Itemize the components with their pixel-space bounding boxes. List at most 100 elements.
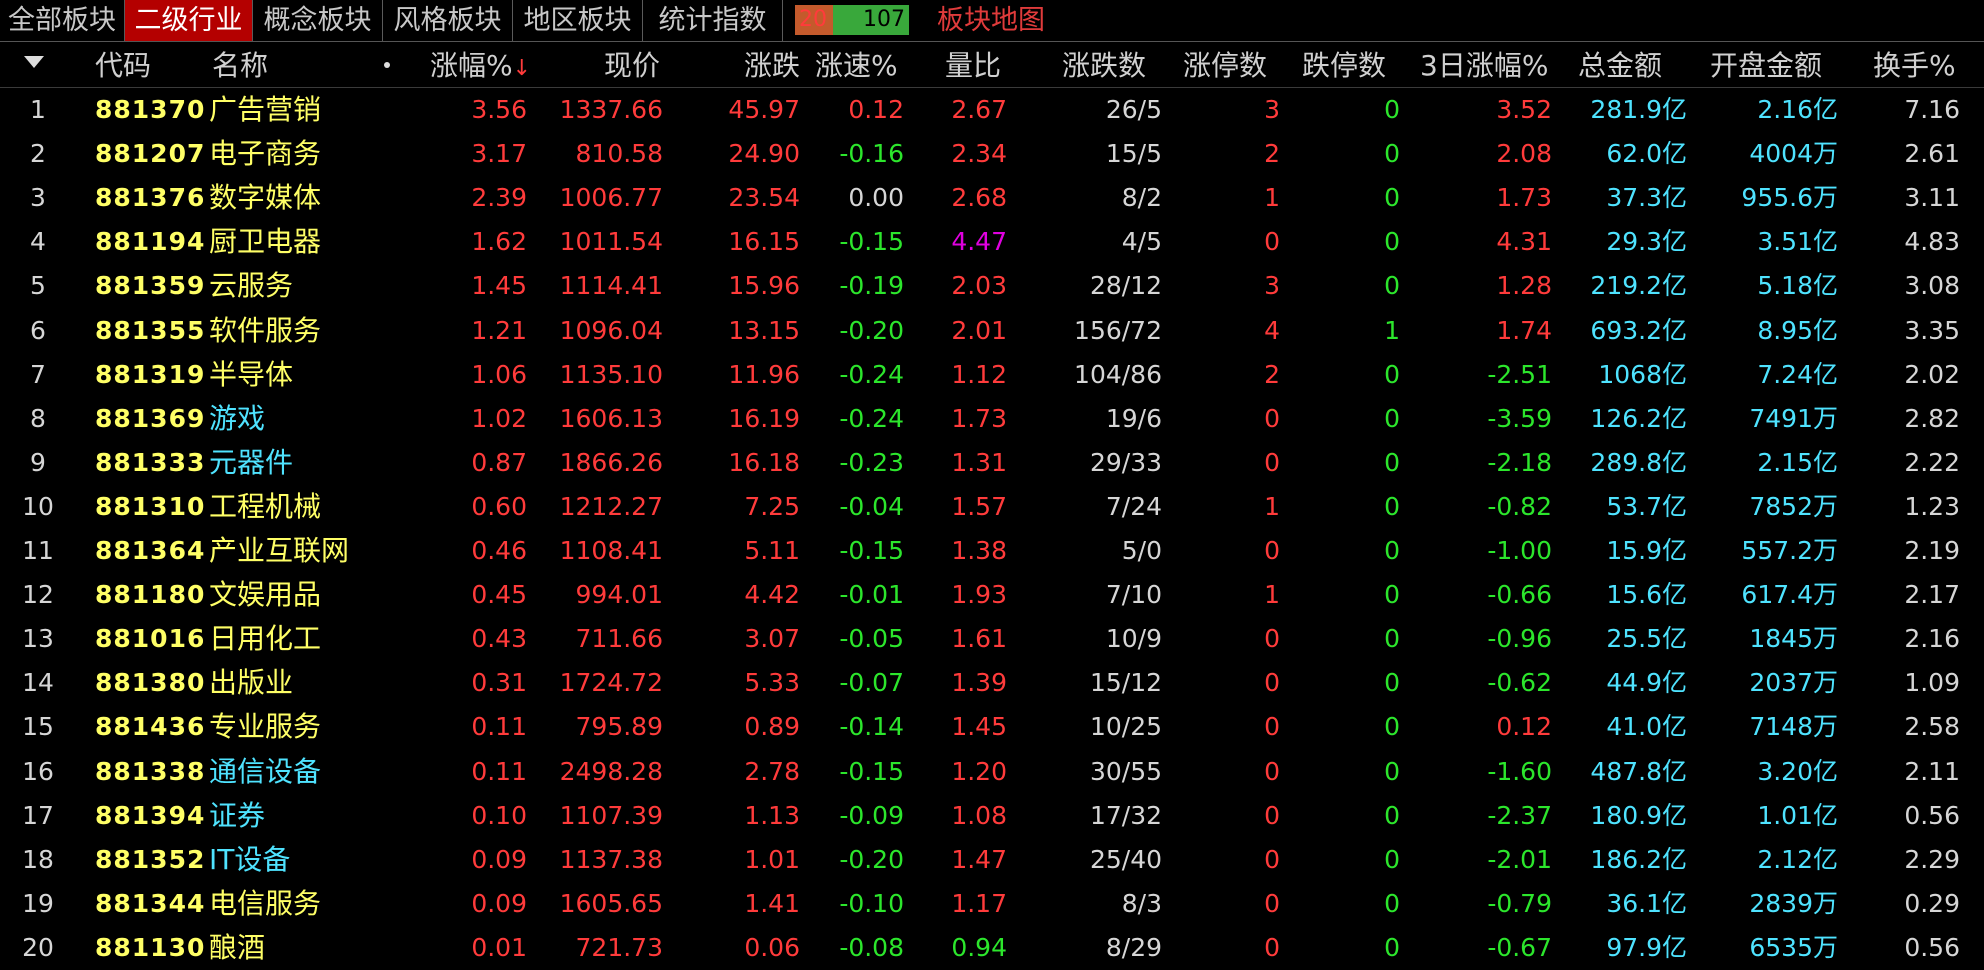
table-row[interactable]: 17 881394 证券 0.10 1107.39 1.13 -0.09 1.08 17/32 0… (0, 794, 1984, 838)
row-chg-3d: -0.82 (1487, 491, 1552, 521)
table-row[interactable]: 11 881364 产业互联网 0.46 1108.41 5.11 -0.15 1.38 5/0… (0, 529, 1984, 573)
row-speed: -0.09 (839, 800, 904, 830)
tab-concept-boards[interactable]: 概念板块 (253, 0, 383, 41)
row-open-amount: 4004万 (1749, 139, 1838, 169)
row-code: 881194 (95, 227, 206, 257)
row-open-amount: 1845万 (1749, 624, 1838, 654)
table-row[interactable]: 20 881130 酿酒 0.01 721.73 0.06 -0.08 0.94 8/29 0 0 -… (0, 926, 1984, 970)
row-price: 1724.72 (559, 668, 663, 698)
row-chg-pct: 0.31 (471, 668, 527, 698)
header-vol-ratio[interactable]: 量比 (945, 44, 1001, 87)
header-chg-pct[interactable]: 涨幅%↓ (430, 44, 531, 87)
tab-all-boards[interactable]: 全部板块 (0, 0, 125, 41)
row-speed: -0.24 (839, 359, 904, 389)
table-row[interactable]: 8 881369 游戏 1.02 1606.13 16.19 -0.24 1.73 19/6 0 0… (0, 397, 1984, 441)
row-chg-pct: 3.17 (471, 139, 527, 169)
row-chg-pct: 0.10 (471, 800, 527, 830)
row-chg-pct: 0.87 (471, 447, 527, 477)
row-limit-down: 0 (1384, 183, 1400, 213)
row-index: 16 (22, 756, 54, 786)
row-name: 专业服务 (209, 710, 322, 744)
row-code: 881130 (95, 932, 206, 962)
table-row[interactable]: 16 881338 通信设备 0.11 2498.28 2.78 -0.15 1.20 30/5… (0, 750, 1984, 794)
row-index: 6 (30, 315, 46, 345)
row-open-amount: 2.12亿 (1757, 844, 1838, 874)
row-limit-up: 2 (1264, 139, 1280, 169)
row-name: 电子商务 (209, 137, 322, 171)
table-row[interactable]: 9 881333 元器件 0.87 1866.26 16.18 -0.23 1.31 29/33… (0, 441, 1984, 485)
row-turnover: 2.22 (1904, 447, 1960, 477)
row-speed: -0.20 (839, 315, 904, 345)
row-turnover: 2.19 (1904, 536, 1960, 565)
table-row[interactable]: 14 881380 出版业 0.31 1724.72 5.33 -0.07 1.39 15/12… (0, 661, 1984, 705)
row-turnover: 2.16 (1904, 624, 1960, 654)
header-limit-down[interactable]: 跌停数 (1302, 44, 1386, 87)
row-price: 994.01 (575, 580, 663, 610)
table-row[interactable]: 3 881376 数字媒体 2.39 1006.77 23.54 0.00 2.68 8/2 1 0… (0, 176, 1984, 220)
row-chg-3d: -1.60 (1487, 756, 1552, 786)
row-index: 12 (22, 580, 54, 610)
tab-level2-industry[interactable]: 二级行业 (125, 0, 253, 41)
table-row[interactable]: 7 881319 半导体 1.06 1135.10 11.96 -0.24 1.12 104/8… (0, 353, 1984, 397)
row-chg-pct: 0.11 (471, 756, 527, 786)
row-chg: 23.54 (728, 183, 800, 213)
row-up-down: 15/12 (1089, 668, 1162, 698)
row-code: 881359 (95, 271, 206, 301)
row-index: 20 (22, 932, 54, 962)
row-up-down: 25/40 (1089, 844, 1162, 874)
row-name: 数字媒体 (209, 181, 322, 215)
header-price[interactable]: 现价 (560, 44, 660, 87)
row-chg-pct: 0.43 (471, 624, 527, 654)
table-row[interactable]: 18 881352 IT设备 0.09 1137.38 1.01 -0.20 1.47 25/4… (0, 838, 1984, 882)
row-code: 881310 (95, 491, 206, 521)
row-chg-3d: -0.66 (1487, 580, 1552, 610)
down-count: 107 (863, 7, 905, 32)
header-turnover[interactable]: 换手% (1873, 44, 1956, 87)
header-name[interactable]: 名称 (212, 44, 268, 87)
row-turnover: 2.82 (1904, 403, 1960, 433)
table-row[interactable]: 4 881194 厨卫电器 1.62 1011.54 16.15 -0.15 4.47 4/5 0… (0, 220, 1984, 264)
row-limit-down: 0 (1384, 844, 1400, 874)
table-row[interactable]: 19 881344 电信服务 0.09 1605.65 1.41 -0.10 1.17 8/3 0… (0, 882, 1984, 926)
table-row[interactable]: 12 881180 文娱用品 0.45 994.01 4.42 -0.01 1.93 7/10 1… (0, 573, 1984, 617)
header-up-down[interactable]: 涨跌数 (1062, 44, 1146, 87)
row-open-amount: 2.15亿 (1757, 447, 1838, 477)
row-name: 出版业 (209, 666, 294, 700)
row-name: 酿酒 (209, 930, 266, 964)
row-chg-pct: 0.45 (471, 580, 527, 610)
row-chg: 7.25 (744, 491, 800, 521)
header-open-amount[interactable]: 开盘金额 (1710, 44, 1822, 87)
header-amount[interactable]: 总金额 (1578, 44, 1662, 87)
row-price: 1212.27 (559, 491, 663, 521)
header-chg[interactable]: 涨跌 (700, 44, 800, 87)
row-chg: 16.15 (728, 227, 800, 257)
row-chg-3d: -0.62 (1487, 668, 1552, 698)
row-chg-3d: -0.96 (1487, 624, 1552, 654)
table-row[interactable]: 6 881355 软件服务 1.21 1096.04 13.15 -0.20 2.01 156/… (0, 309, 1984, 353)
row-vol-ratio: 1.17 (951, 888, 1007, 918)
header-limit-up[interactable]: 涨停数 (1183, 44, 1267, 87)
header-code[interactable]: 代码 (95, 44, 151, 87)
row-amount: 487.8亿 (1590, 756, 1687, 786)
row-speed: -0.08 (839, 932, 904, 962)
table-row[interactable]: 13 881016 日用化工 0.43 711.66 3.07 -0.05 1.61 10/9 0… (0, 617, 1984, 661)
row-amount: 186.2亿 (1590, 844, 1687, 874)
header-chg-3d[interactable]: 3日涨幅% (1420, 44, 1548, 87)
table-row[interactable]: 2 881207 电子商务 3.17 810.58 24.90 -0.16 2.34 15/5 2… (0, 132, 1984, 176)
table-row[interactable]: 15 881436 专业服务 0.11 795.89 0.89 -0.14 1.45 10/25… (0, 705, 1984, 749)
row-chg: 5.11 (744, 536, 800, 565)
tab-region-boards[interactable]: 地区板块 (513, 0, 643, 41)
row-vol-ratio: 1.73 (951, 403, 1007, 433)
table-row[interactable]: 5 881359 云服务 1.45 1114.41 15.96 -0.19 2.03 28/12… (0, 264, 1984, 308)
row-up-down: 10/25 (1089, 712, 1162, 742)
table-row[interactable]: 10 881310 工程机械 0.60 1212.27 7.25 -0.04 1.57 7/24… (0, 485, 1984, 529)
tab-board-map[interactable]: 板块地图 (937, 0, 1045, 41)
row-speed: -0.07 (839, 668, 904, 698)
header-speed[interactable]: 涨速% (815, 44, 898, 87)
row-name: 证券 (209, 798, 266, 832)
tab-stat-index[interactable]: 统计指数 (643, 0, 783, 41)
row-chg: 0.89 (744, 712, 800, 742)
board-tab-bar: 全部板块 二级行业 概念板块 风格板块 地区板块 统计指数 20 107 板块地… (0, 0, 1984, 42)
tab-style-boards[interactable]: 风格板块 (383, 0, 513, 41)
table-row[interactable]: 1 881370 广告营销 3.56 1337.66 45.97 0.12 2.67 26/5 3… (0, 88, 1984, 132)
